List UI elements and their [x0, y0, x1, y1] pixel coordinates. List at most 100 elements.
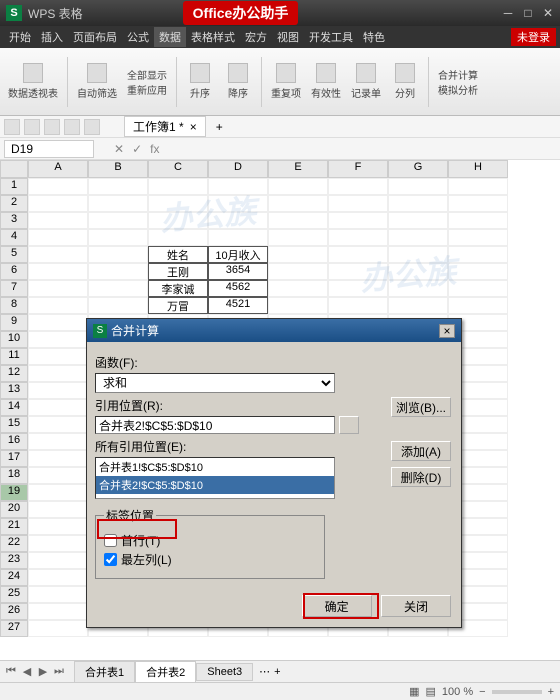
sheet-next-icon[interactable]: ▶ — [36, 665, 50, 678]
menu-pagelayout[interactable]: 页面布局 — [68, 27, 122, 47]
cell[interactable] — [328, 246, 388, 263]
cell[interactable] — [28, 178, 88, 195]
row-header[interactable]: 27 — [0, 620, 28, 637]
col-A[interactable]: A — [28, 160, 88, 178]
cell[interactable] — [448, 263, 508, 280]
leftcol-checkbox[interactable] — [104, 553, 117, 566]
zoom-out-icon[interactable]: − — [479, 686, 485, 698]
row-header[interactable]: 24 — [0, 569, 28, 586]
sheet-menu-icon[interactable]: ⋯ — [259, 665, 270, 678]
cell[interactable] — [268, 212, 328, 229]
firstrow-checkbox[interactable] — [104, 534, 117, 547]
row-header[interactable]: 8 — [0, 297, 28, 314]
cell[interactable] — [28, 518, 88, 535]
row-header[interactable]: 12 — [0, 365, 28, 382]
menu-tablestyle[interactable]: 表格样式 — [186, 27, 240, 47]
name-box[interactable]: D19 — [4, 140, 94, 158]
workbook-tab[interactable]: 工作簿1 * × — [124, 116, 206, 137]
login-badge[interactable]: 未登录 — [511, 28, 556, 46]
menu-feature[interactable]: 特色 — [358, 27, 390, 47]
cell[interactable] — [28, 552, 88, 569]
row-header[interactable]: 2 — [0, 195, 28, 212]
row-header[interactable]: 6 — [0, 263, 28, 280]
add-button[interactable]: 添加(A) — [391, 441, 451, 461]
ribbon-record[interactable]: 记录单 — [347, 61, 385, 102]
row-header[interactable]: 21 — [0, 518, 28, 535]
ribbon-autofilter[interactable]: 自动筛选 — [73, 61, 121, 102]
list-item[interactable]: 合并表1!$C$5:$D$10 — [96, 458, 334, 476]
cell[interactable] — [28, 263, 88, 280]
dialog-title-bar[interactable]: S 合并计算 × — [87, 319, 461, 342]
cell[interactable] — [448, 178, 508, 195]
cell[interactable] — [448, 195, 508, 212]
workbook-tab-close-icon[interactable]: × — [190, 120, 197, 134]
cell[interactable] — [88, 229, 148, 246]
row-header[interactable]: 5 — [0, 246, 28, 263]
ref-input[interactable] — [95, 416, 335, 434]
col-H[interactable]: H — [448, 160, 508, 178]
cell[interactable] — [268, 178, 328, 195]
cell[interactable] — [388, 297, 448, 314]
cell[interactable] — [88, 195, 148, 212]
cell[interactable]: 3654 — [208, 263, 268, 280]
row-header[interactable]: 9 — [0, 314, 28, 331]
sheet-tab-2[interactable]: 合并表2 — [135, 661, 196, 683]
zoom-in-icon[interactable]: + — [548, 686, 554, 698]
cell[interactable] — [388, 280, 448, 297]
menu-macro[interactable]: 宏方 — [240, 27, 272, 47]
menu-view[interactable]: 视图 — [272, 27, 304, 47]
cell[interactable] — [448, 297, 508, 314]
qat-redo-icon[interactable] — [84, 119, 100, 135]
ribbon-split[interactable]: 分列 — [387, 61, 423, 102]
cell[interactable] — [28, 365, 88, 382]
cell[interactable] — [28, 229, 88, 246]
cell[interactable] — [28, 280, 88, 297]
cell[interactable]: 4562 — [208, 280, 268, 297]
view-normal-icon[interactable]: ▦ — [409, 685, 419, 698]
close-icon[interactable]: ✕ — [542, 6, 554, 20]
maximize-icon[interactable]: □ — [522, 6, 534, 20]
allrefs-listbox[interactable]: 合并表1!$C$5:$D$10 合并表2!$C$5:$D$10 — [95, 457, 335, 499]
cell[interactable] — [268, 280, 328, 297]
browse-button[interactable]: 浏览(B)... — [391, 397, 451, 417]
zoom-value[interactable]: 100 % — [442, 686, 473, 698]
row-header[interactable]: 18 — [0, 467, 28, 484]
ribbon-pivot[interactable]: 数据透视表 — [4, 61, 62, 102]
cell[interactable] — [88, 263, 148, 280]
qat-new-icon[interactable] — [4, 119, 20, 135]
menu-formula[interactable]: 公式 — [122, 27, 154, 47]
cell[interactable] — [328, 263, 388, 280]
col-D[interactable]: D — [208, 160, 268, 178]
cell[interactable] — [208, 229, 268, 246]
row-header[interactable]: 26 — [0, 603, 28, 620]
ref-picker-icon[interactable] — [339, 416, 359, 434]
sheet-first-icon[interactable]: ⏮ — [4, 665, 18, 678]
cell[interactable]: 万冒 — [148, 297, 208, 314]
row-header[interactable]: 13 — [0, 382, 28, 399]
cell[interactable] — [28, 416, 88, 433]
cell[interactable] — [328, 212, 388, 229]
sheet-prev-icon[interactable]: ◀ — [20, 665, 34, 678]
cell[interactable] — [388, 229, 448, 246]
cell[interactable] — [88, 178, 148, 195]
cell[interactable] — [268, 297, 328, 314]
sheet-tab-1[interactable]: 合并表1 — [74, 661, 135, 683]
cell[interactable] — [208, 212, 268, 229]
row-header[interactable]: 7 — [0, 280, 28, 297]
cell[interactable] — [28, 586, 88, 603]
ok-button[interactable]: 确定 — [302, 595, 372, 617]
col-B[interactable]: B — [88, 160, 148, 178]
select-all-corner[interactable] — [0, 160, 28, 178]
cell[interactable]: 姓名 — [148, 246, 208, 263]
cell[interactable] — [28, 433, 88, 450]
cell[interactable] — [28, 297, 88, 314]
cell[interactable] — [148, 178, 208, 195]
zoom-slider[interactable] — [492, 690, 542, 694]
cell[interactable] — [28, 331, 88, 348]
cell[interactable] — [208, 195, 268, 212]
row-header[interactable]: 3 — [0, 212, 28, 229]
cell[interactable] — [148, 195, 208, 212]
row-header[interactable]: 4 — [0, 229, 28, 246]
cell[interactable] — [28, 246, 88, 263]
cell[interactable] — [388, 195, 448, 212]
